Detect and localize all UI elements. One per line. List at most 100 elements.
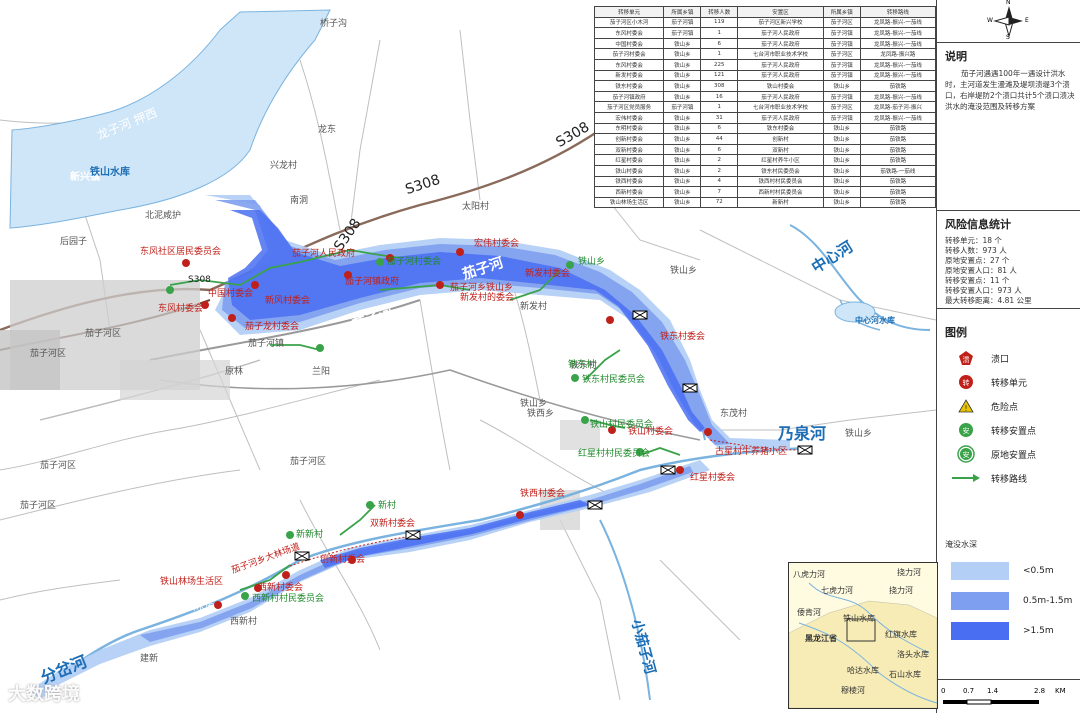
table-row: 茄子河镇政府 铁山乡 16 茄子河人民政府 茄子河镇 龙凤路-振兴-一茄线 [593,90,937,103]
table-cell: 茄子河区 [822,16,861,29]
place-qiezihe-district-4: 茄子河区 [40,461,77,471]
unit-label-15: 红星村委会 [690,473,736,483]
table-row: 红星村委会 铁山乡 2 红星村养牛小区 铁山乡 茄铁路 [593,154,937,166]
table-header-row: 转移单元 所属乡镇 转移人数 安置区 所属乡镇 转移路线 [593,6,937,18]
table-body: 茄子河区小木河 茄子河镇 119 茄子河区新兴学校 茄子河区 龙凤路-振兴-一茄线 东风村委… [593,16,937,209]
inset-label: 铁山水库 [843,614,875,623]
table-cell: 茄子河人民政府 [737,111,824,124]
stats-title: 风险信息统计 [945,218,1011,231]
table-header: 转移单元 [593,6,665,18]
table-cell: 西新村村民委员会 [737,186,824,198]
table-cell: 龙凤路-振兴路 [859,48,937,60]
table-cell: 铁山乡 [663,90,702,103]
table-cell: 龙凤路-振兴-一茄线 [859,90,937,103]
table-cell: 铁东村委会 [593,80,665,92]
depth-label: >1.5m [1023,626,1054,636]
table-cell: 新发村委会 [593,69,665,82]
place-qiaozigou: 桥子沟 [320,19,348,29]
table-cell: 龙凤路-茄子河-振兴 [859,101,937,113]
table-cell: 茄铁路 [859,80,937,92]
table-cell: 4 [700,175,739,188]
legend-row-route: 转移路线 [951,466,1080,490]
table-cell: 铁山乡 [663,69,702,82]
table-cell: 铁山乡 [663,58,702,71]
table-cell: 龙凤路-振兴-一茄线 [859,37,937,50]
legend-label: 转移路线 [991,474,1028,485]
table-cell: 铁山乡 [663,196,702,209]
legend-row-transfer-unit: 转 转移单元 [951,370,1080,394]
inset-label: 八虎力河 [793,570,825,579]
scale-unit: KM [1055,687,1066,695]
unit-label-1: 东风社区居民委员会 [140,247,222,257]
table-cell: 茄铁路 [859,175,937,188]
table-cell: 铁山乡 [663,122,702,135]
place-nandong: 南洞 [290,196,309,206]
route-icon [951,469,981,487]
place-dongmao: 东茂村 [720,409,748,419]
stat-line: 原地安置点：27 个 [945,256,1010,265]
table-cell: 31 [700,111,739,124]
legend-panel: N S E W 说明 茄子河遇遇100年一遇设计洪水时，主河道发生漫滩及堤坝溃堤… [936,0,1080,713]
table-cell: 铁山林场生活区 [593,196,665,209]
resettle-label-1: 铁东村民委员会 [582,375,646,385]
scale-tick: 0 [941,687,946,695]
watermark: 大数跨境 [8,684,80,705]
legend-label: 转移单元 [991,378,1028,389]
compass-s: S [1006,34,1010,41]
place-tieshan-xiang-2: 铁山乡 [520,399,548,409]
depth-label: 0.5m-1.5m [1023,596,1073,606]
table-cell: 双新村委会 [593,143,665,156]
table-cell: 铁东村委会 [737,122,824,135]
table-cell: 新新村 [737,196,824,209]
table-cell: 铁山乡 [822,186,861,198]
table-row: 双新村委会 铁山乡 6 双新村 铁山乡 茄铁路 [593,143,937,156]
table-cell: 7 [700,186,739,198]
place-xinglong: 兴龙村 [270,161,298,171]
compass-n: N [1006,0,1011,6]
depth-swatch [951,622,1009,640]
table-cell: 铁山乡 [663,186,702,198]
place-xinxin: 西新村 [230,617,258,627]
unit-label-9: 新发村的委会 [460,293,515,303]
resettle-label-8: 茄子河村委会 [387,257,442,267]
depth-row-mid: 0.5m-1.5m [951,586,1080,616]
table-cell: 茄子河区党员服务 [593,101,665,113]
table-cell: 1 [700,101,739,113]
resettlement-icon: 安 [951,421,981,439]
table-cell: 红星村委会 [593,154,665,166]
table-cell: 121 [700,69,739,82]
inset-label: 倭肯河 [797,608,821,617]
unit-label-7: 宏伟村委会 [474,239,520,249]
legend-row-breach: 溃 溃口 [951,346,1080,370]
unit-label-11: 茄子河乡铁山乡 [450,283,514,293]
table-cell: 茄子河镇 [663,16,702,29]
unit-label-4: 东风村委会 [158,304,204,314]
table-cell: 茄子河镇 [822,69,861,82]
svg-text:安: 安 [963,450,970,459]
table-row: 铁东村委会 铁山乡 308 铁山村委会 铁山乡 茄铁路 [593,80,937,92]
table-cell: 茄子河人民政府 [737,37,824,50]
legend-section: 图例 溃 溃口 转 转移单元 ! 危险点 安 转移安置点 安 原地安置点 转移路… [937,308,1080,533]
unit-label-8: 新发村委会 [525,269,571,279]
table-row: 茄子河村委会 铁山乡 1 七台河市职业技术学校 茄子河区 龙凤路-振兴路 [593,48,937,60]
scale-section: 0 0.7 1.4 2.8 KM [937,679,1080,714]
table-cell: 茄子河人民政府 [737,69,824,82]
table-row: 东风村委会 茄子河镇 1 茄子河人民政府 茄子河镇 龙凤路-振兴-一茄线 [593,27,937,39]
svg-text:!: ! [964,404,967,413]
table-cell: 铁山乡 [822,164,861,177]
table-cell: 铁山乡 [663,48,702,60]
table-cell: 茄铁路 [859,196,937,209]
legend-row-resettlement: 安 转移安置点 [951,418,1080,442]
table-cell: 茄铁路 [859,154,937,166]
unit-label-14: 古星村牛养猪小区 [715,447,788,457]
table-cell: 308 [700,80,739,92]
table-cell: 宏伟村委会 [593,111,665,124]
description-section: 说明 茄子河遇遇100年一遇设计洪水时，主河道发生漫滩及堤坝溃堤3个溃口，右岸堤… [937,42,1080,211]
table-row: 铁山林场生活区 铁山乡 72 新新村 铁山乡 茄铁路 [593,196,937,209]
table-cell: 双新村 [737,143,824,156]
legend-title: 图例 [945,326,967,339]
compass-section: N S E W [937,0,1080,43]
place-taiyang: 太阳村 [462,202,490,212]
table-cell: 铁山乡 [663,37,702,50]
breach-icon: 溃 [951,349,981,367]
